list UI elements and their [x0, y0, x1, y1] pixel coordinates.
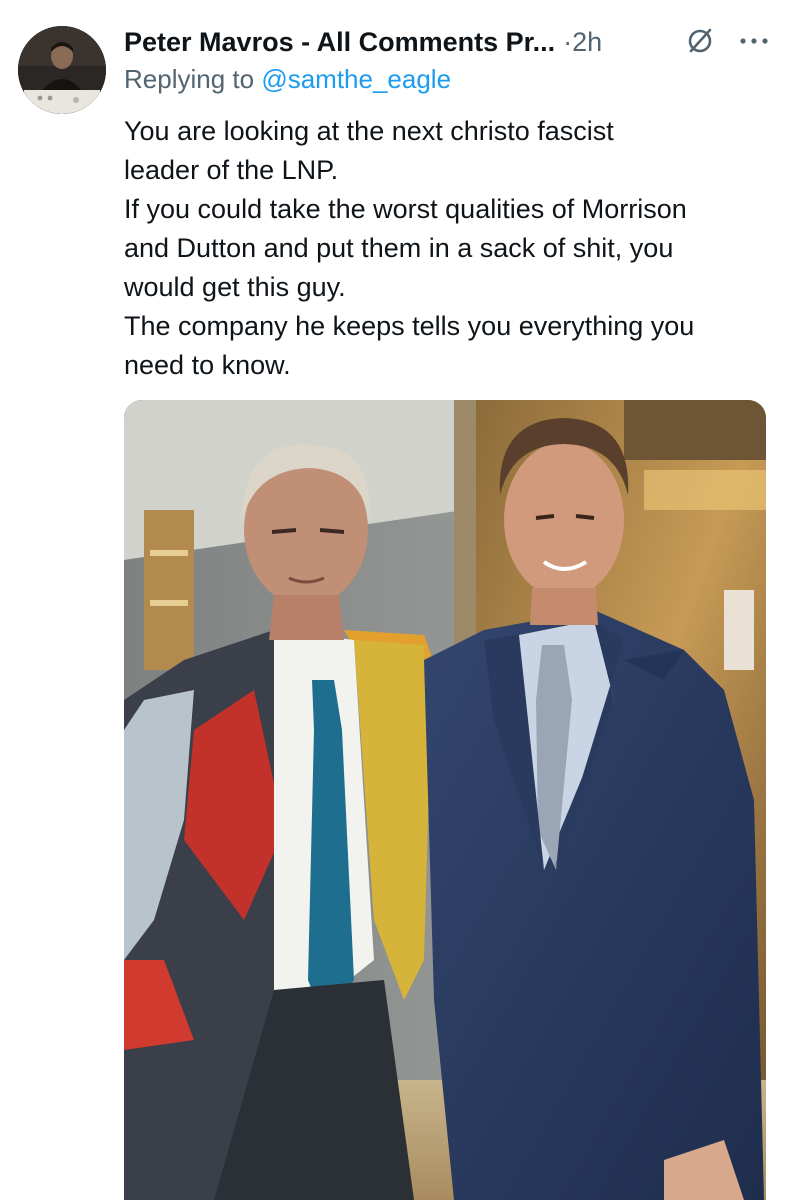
- tweet-text-line: The company he keeps tells you everythin…: [124, 311, 695, 341]
- more-dots-icon[interactable]: [739, 35, 769, 47]
- display-name[interactable]: Peter Mavros - All Comments Pr...: [124, 27, 555, 58]
- avatar[interactable]: [18, 26, 106, 114]
- replying-to: Replying to @samthe_eagle: [124, 64, 451, 95]
- tweet-text-line: You are looking at the next christo fasc…: [124, 116, 614, 146]
- header-actions: [685, 26, 769, 56]
- tweet[interactable]: Peter Mavros - All Comments Pr... · 2h R…: [0, 0, 785, 1200]
- tweet-photo[interactable]: [124, 400, 766, 1200]
- tweet-header: Peter Mavros - All Comments Pr... · 2h: [124, 22, 769, 62]
- tweet-text-line: would get this guy.: [124, 272, 346, 302]
- reply-handle-link[interactable]: @samthe_eagle: [261, 64, 451, 94]
- tweet-text-line: and Dutton and put them in a sack of shi…: [124, 233, 674, 263]
- separator-dot: ·: [563, 26, 573, 57]
- tweet-text-line: If you could take the worst qualities of…: [124, 194, 687, 224]
- replying-prefix: Replying to: [124, 64, 262, 94]
- grok-icon[interactable]: [685, 26, 715, 56]
- timestamp[interactable]: 2h: [572, 27, 602, 58]
- tweet-text-line: need to know.: [124, 350, 291, 380]
- tweet-text-line: leader of the LNP.: [124, 155, 339, 185]
- tweet-text: You are looking at the next christo fasc…: [124, 112, 774, 385]
